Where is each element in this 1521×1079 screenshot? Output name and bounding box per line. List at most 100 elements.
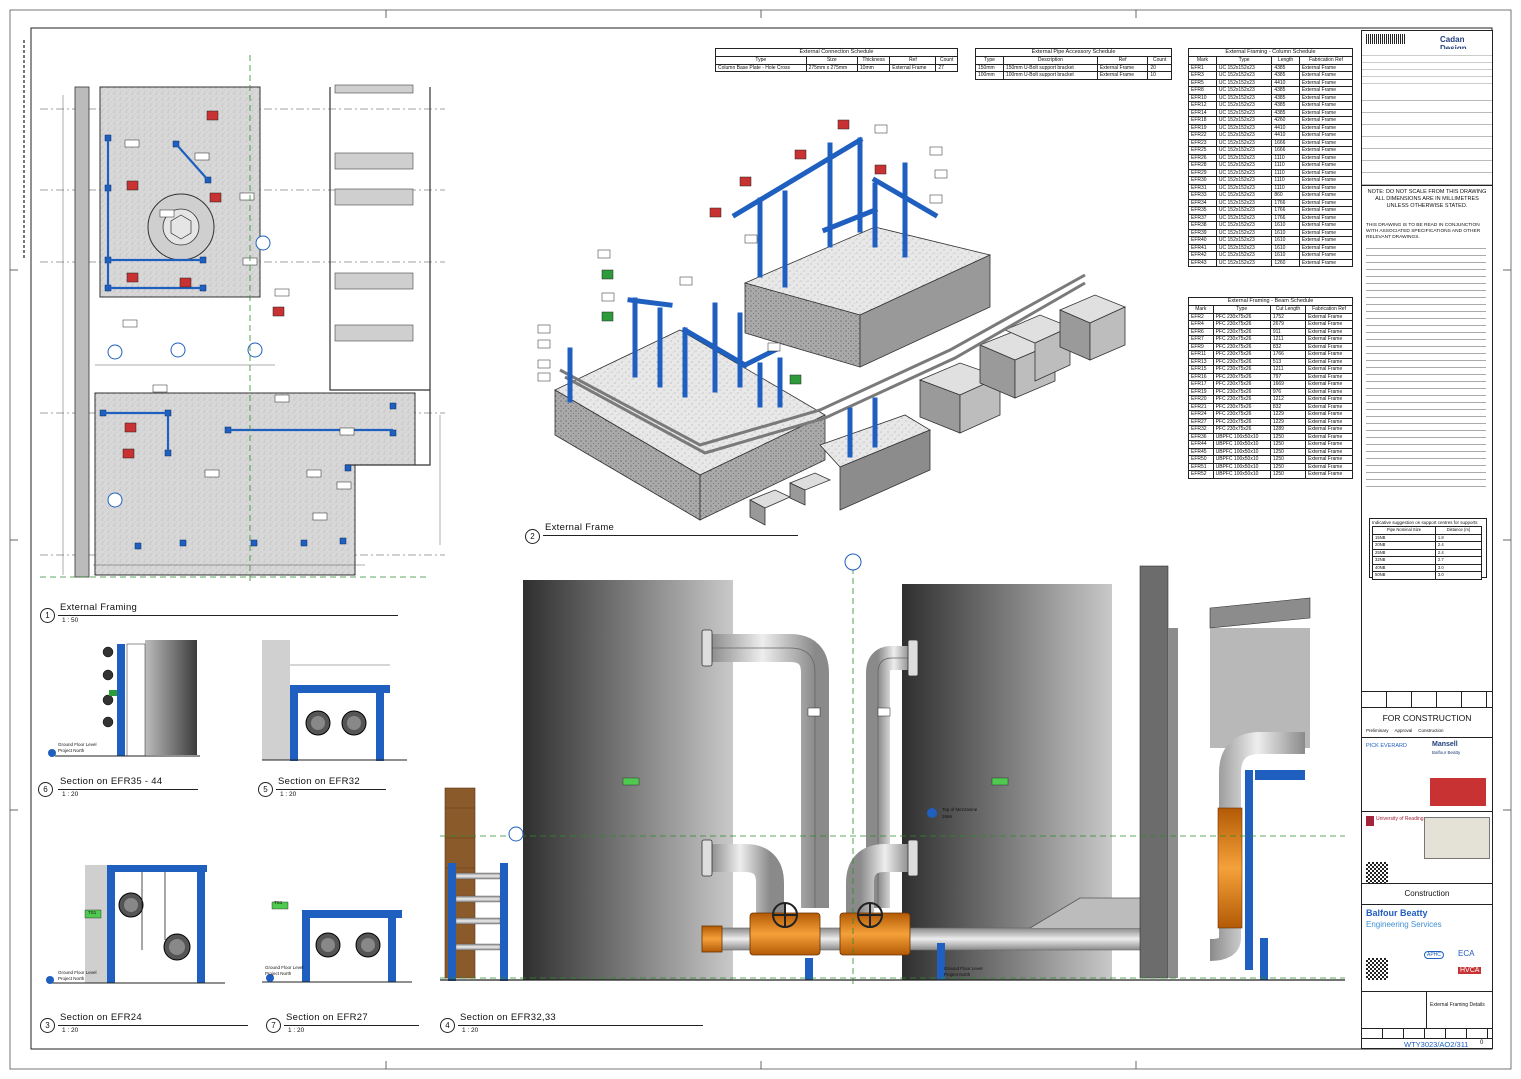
column-schedule-cell: 1766 (1271, 198, 1300, 207)
beam-schedule-cell: 1250 (1269, 440, 1307, 449)
column-schedule-row: EFR10 UC 152x152x23 4385 External Frame (1188, 93, 1354, 102)
beam-schedule-cell: 1766 (1269, 350, 1307, 359)
column-schedule-cell: EFR22 (1188, 131, 1217, 140)
column-schedule-cell: UC 152x152x23 (1215, 198, 1273, 207)
column-schedule-cell: UC 152x152x23 (1215, 71, 1273, 80)
isometric-external-frame (537, 119, 1127, 526)
view-title-underline (276, 789, 386, 790)
column-schedule-cell: UC 152x152x23 (1215, 108, 1273, 117)
view-title-2: External Frame (545, 522, 615, 533)
column-schedule-cell: UC 152x152x23 (1215, 63, 1273, 72)
connection-schedule-cell: External Frame (889, 63, 937, 72)
support-legend-cell: 32NB (1372, 556, 1436, 565)
beam-schedule-cell: PFC 230x75x26 (1212, 335, 1271, 344)
column-schedule-row: EFR23 UC 152x152x23 1666 External Frame (1188, 138, 1354, 147)
beam-schedule-cell: UBPFC 100x50x10 (1212, 447, 1271, 456)
beam-schedule-row: EFR11 PFC 230x75x26 1766 External Frame (1188, 350, 1353, 359)
column-schedule-cell: EFR14 (1188, 108, 1217, 117)
top-mezzanine-label: Top of Mezzanine (942, 807, 978, 812)
beam-schedule-cell: EFR32 (1188, 425, 1214, 434)
beam-schedule-cell: External Frame (1305, 357, 1353, 366)
beam-schedule-row: EFR16 PFC 230x75x26 797 External Frame (1188, 372, 1353, 381)
status-options: Preliminary Approval Construction (1366, 728, 1490, 733)
beam-schedule-cell: External Frame (1305, 380, 1353, 389)
stage-label: Construction (1404, 889, 1450, 898)
view-number-7: 7 (266, 1018, 281, 1033)
column-schedule-row: EFR30 UC 152x152x23 1110 External Frame (1188, 176, 1354, 185)
column-schedule-cell: UC 152x152x23 (1215, 101, 1273, 110)
column-schedule-row: EFR35 UC 152x152x23 1766 External Frame (1188, 206, 1354, 215)
column-schedule-cell: UC 152x152x23 (1215, 236, 1273, 245)
column-schedule-row: EFR34 UC 152x152x23 1766 External Frame (1188, 198, 1354, 207)
beam-schedule-cell: PFC 230x75x26 (1212, 410, 1271, 419)
beam-schedule-row: EFR44 UBPFC 100x50x10 1250 External Frame (1188, 440, 1353, 449)
column-schedule-cell: External Frame (1298, 138, 1354, 147)
column-schedule-cell: UC 152x152x23 (1215, 176, 1273, 185)
beam-schedule-row: EFR9 PFC 230x75x26 832 External Frame (1188, 342, 1353, 351)
column-schedule-cell: External Frame (1298, 131, 1354, 140)
pipe-accessory-schedule-cell: External Frame (1096, 63, 1149, 72)
beam-schedule-row: EFR21 PFC 230x75x26 832 External Frame (1188, 402, 1353, 411)
column-schedule-cell: UC 152x152x23 (1215, 161, 1273, 170)
column-schedule-cell: 4385 (1271, 93, 1300, 102)
column-schedule-cell: EFR38 (1188, 221, 1217, 230)
column-schedule-cell: 4410 (1271, 78, 1300, 87)
notes-table (1362, 89, 1492, 186)
column-schedule-cell: 860 (1271, 191, 1300, 200)
column-schedule-cell: EFR28 (1188, 161, 1217, 170)
support-legend-cell: 2.4 (1434, 548, 1483, 557)
column-schedule-cell: EFR5 (1188, 78, 1217, 87)
view-title-underline (58, 615, 398, 616)
status-option-approval: Approval (1394, 728, 1413, 733)
beam-schedule-cell: EFR7 (1188, 335, 1214, 344)
aphc-badge: APHC (1424, 951, 1444, 959)
column-schedule-cell: External Frame (1298, 176, 1354, 185)
beam-schedule-row: EFR4 PFC 230x75x26 2679 External Frame (1188, 320, 1353, 329)
column-schedule-cell: EFR26 (1188, 153, 1217, 162)
column-schedule-cell: 1666 (1271, 138, 1300, 147)
view-title-1: External Framing (60, 602, 138, 613)
beam-schedule-cell: EFR36 (1188, 432, 1214, 441)
column-schedule-cell: 1110 (1271, 176, 1300, 185)
beam-schedule-row: EFR52 UBPFC 100x50x10 1250 External Frame (1188, 470, 1353, 479)
pipe-accessory-schedule-cell: External Frame (1096, 71, 1149, 80)
view-scale-3: 1 : 20 (62, 1027, 79, 1034)
column-schedule-cell: UC 152x152x23 (1215, 146, 1273, 155)
column-schedule-cell: 1260 (1271, 258, 1300, 267)
column-schedule-row: EFR29 UC 152x152x23 1110 External Frame (1188, 168, 1354, 177)
beam-schedule-cell: PFC 230x75x26 (1212, 425, 1271, 434)
connection-schedule-cell: Column Base Plate - Hole Cross (715, 63, 807, 72)
beam-schedule-row: EFR24 PFC 230x75x26 1229 External Frame (1188, 410, 1353, 419)
beam-schedule-cell: 911 (1269, 327, 1307, 336)
scale-note: NOTE: DO NOT SCALE FROM THIS DRAWING ALL… (1367, 189, 1487, 209)
pipe-accessory-schedule-row: 150mm 150mm U-Bolt support bracket Externa… (975, 63, 1172, 72)
column-schedule-cell: UC 152x152x23 (1215, 86, 1273, 95)
beam-schedule-cell: External Frame (1305, 432, 1353, 441)
beam-schedule-row: EFR19 PFC 230x75x26 976 External Frame (1188, 387, 1353, 396)
column-schedule-row: EFR40 UC 152x152x23 1610 External Frame (1188, 236, 1354, 245)
beam-schedule-cell: UBPFC 100x50x10 (1212, 432, 1271, 441)
beam-schedule-row: EFR36 UBPFC 100x50x10 1250 External Frame (1188, 432, 1353, 441)
view-title-4: Section on EFR32,33 (460, 1012, 557, 1023)
beam-schedule-cell: EFR19 (1188, 387, 1214, 396)
column-schedule-header: Mark (1188, 56, 1217, 65)
support-legend-header: Distance (m) (1434, 526, 1483, 535)
beam-schedule-cell: External Frame (1305, 440, 1353, 449)
connection-schedule-header: Thickness (856, 56, 891, 65)
column-schedule-row: EFR5 UC 152x152x23 4410 External Frame (1188, 78, 1354, 87)
pipe-accessory-schedule-header: Ref (1096, 56, 1149, 65)
support-legend-row: 15NB 1.8 (1372, 533, 1483, 542)
drawing-status: FOR CONSTRUCTION (1382, 713, 1472, 723)
beam-schedule-cell: PFC 230x75x26 (1212, 357, 1271, 366)
view-scale-5: 1 : 20 (280, 791, 297, 798)
column-schedule-cell: UC 152x152x23 (1215, 213, 1273, 222)
view-title-7: Section on EFR27 (286, 1012, 368, 1023)
column-schedule-cell: External Frame (1298, 71, 1354, 80)
column-schedule-cell: EFR34 (1188, 198, 1217, 207)
beam-schedule-header: Cut Length (1269, 305, 1307, 314)
support-legend-row: 20NB 2.4 (1372, 541, 1483, 550)
client-block: University of Reading (1362, 811, 1492, 884)
beam-schedule-cell: 976 (1269, 387, 1307, 396)
beam-schedule-row: EFR32 PFC 230x75x26 1289 External Frame (1188, 425, 1353, 434)
column-schedule-cell: External Frame (1298, 123, 1354, 132)
